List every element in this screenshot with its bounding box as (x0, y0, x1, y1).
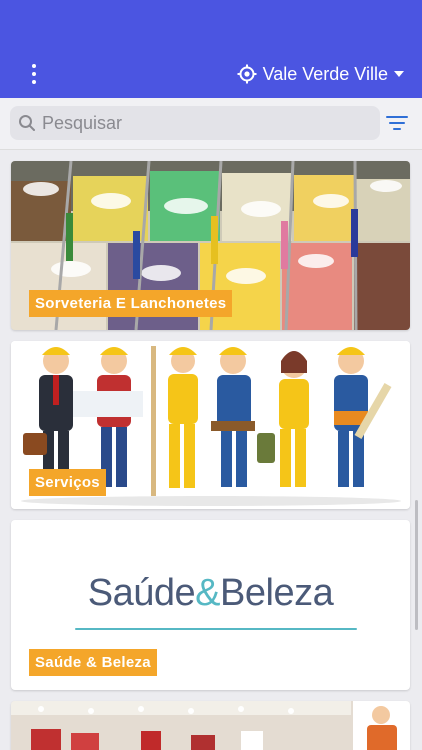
category-card-store[interactable] (11, 701, 410, 750)
category-label: Sorveteria E Lanchonetes (29, 290, 233, 317)
store-interior-image (11, 701, 410, 750)
search-field[interactable] (10, 106, 380, 140)
brand-underline (75, 628, 357, 630)
chevron-down-icon (394, 71, 404, 77)
scrollbar[interactable] (415, 500, 418, 630)
brand-amp: & (195, 572, 221, 614)
dot (32, 64, 36, 68)
search-input[interactable] (42, 112, 362, 134)
brand-right: Beleza (220, 572, 334, 614)
brand-left: Saúde (87, 572, 196, 614)
location-label: Vale Verde Ville (262, 63, 388, 84)
dot (32, 72, 36, 76)
filter-icon[interactable] (386, 114, 408, 132)
more-options-icon[interactable] (24, 60, 44, 88)
category-label: Serviços (29, 469, 106, 496)
location-target-icon (237, 64, 257, 84)
category-card-servicos[interactable]: Serviços (11, 341, 410, 509)
search-bar (0, 98, 422, 150)
app-header: Vale Verde Ville (0, 0, 422, 98)
category-card-saude-beleza[interactable]: Saúde&Beleza Saúde & Beleza (11, 520, 410, 690)
search-icon (19, 115, 35, 131)
category-card-sorveteria[interactable]: Sorveteria E Lanchonetes (11, 161, 410, 330)
brand-logo: Saúde&Beleza (11, 572, 410, 615)
dot (32, 80, 36, 84)
location-selector[interactable]: Vale Verde Ville (237, 60, 404, 88)
category-feed[interactable]: Sorveteria E Lanchonetes Serviços Saúde&… (0, 150, 422, 750)
category-label: Saúde & Beleza (29, 649, 157, 676)
